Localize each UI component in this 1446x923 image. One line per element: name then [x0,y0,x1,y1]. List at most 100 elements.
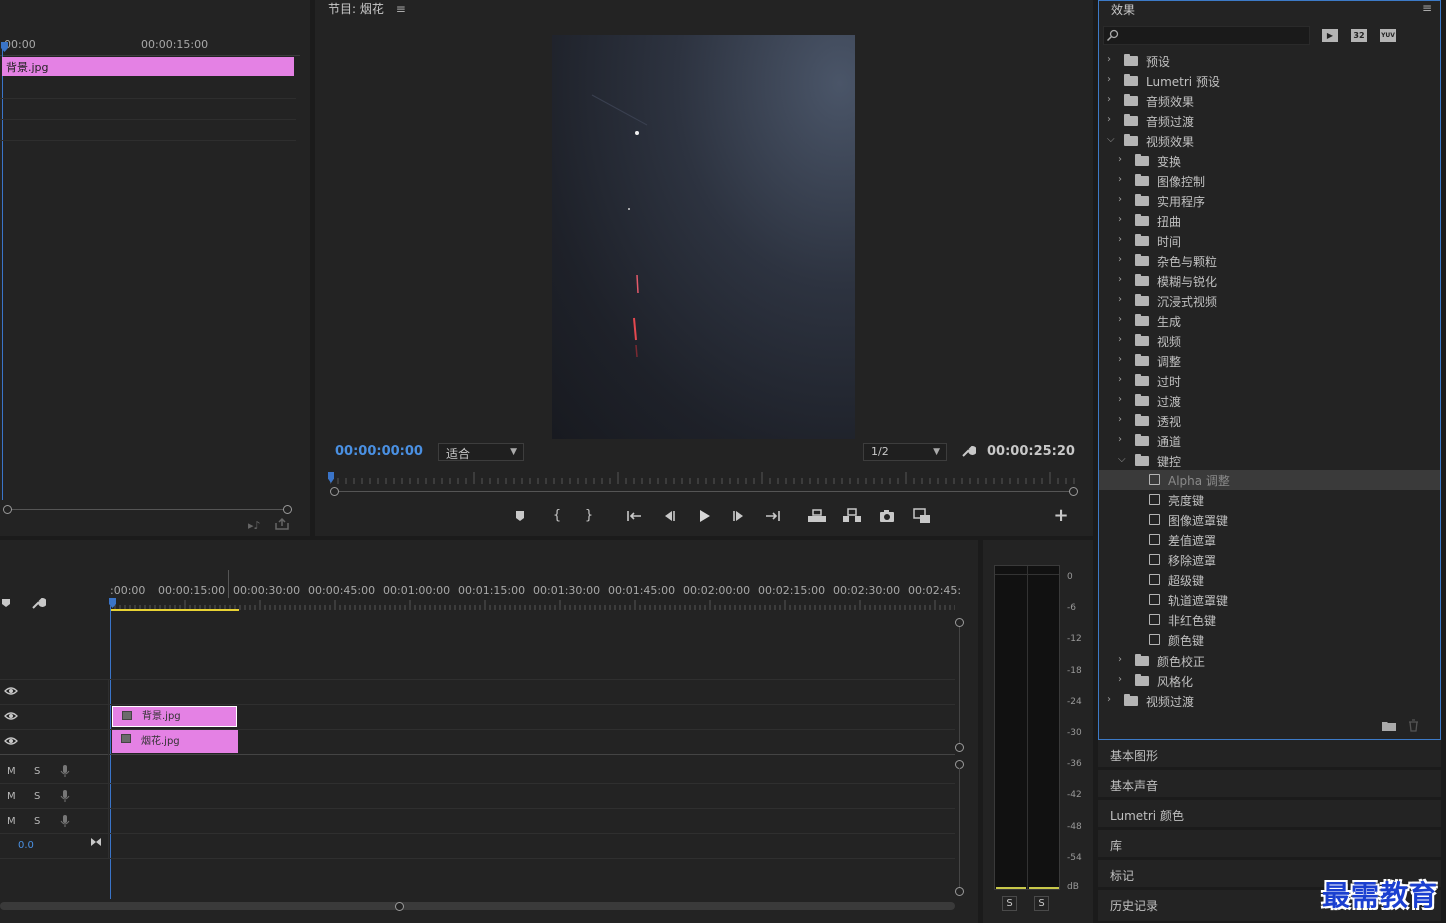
effect-folder[interactable]: › 调整 [1099,351,1440,371]
work-area-bar[interactable] [110,609,239,611]
chevron-right-icon[interactable]: › [1118,394,1122,405]
scroll-handle-left[interactable] [330,487,339,496]
effect-item[interactable]: 非红色键 [1099,610,1440,630]
eye-icon[interactable] [4,736,18,746]
effects-title[interactable]: 效果 [1111,1,1135,18]
effect-folder[interactable]: › 时间 [1099,231,1440,251]
meter-solo-left-button[interactable]: S [1002,896,1017,911]
chevron-right-icon[interactable]: › [1107,94,1111,105]
microphone-icon[interactable] [60,789,70,803]
chevron-right-icon[interactable]: › [1118,654,1122,665]
eye-icon[interactable] [4,686,18,696]
scroll-handle-left[interactable] [3,505,12,514]
solo-button[interactable]: S [34,816,40,827]
yuv-icon[interactable]: YUV [1380,29,1396,42]
effect-folder[interactable]: › 模糊与锐化 [1099,271,1440,291]
chevron-right-icon[interactable]: › [1107,74,1111,85]
effect-folder[interactable]: › 视频过渡 [1099,691,1440,711]
chevron-right-icon[interactable]: › [1118,174,1122,185]
timeline-clip-background[interactable]: 背景.jpg [112,706,237,727]
scroll-handle[interactable] [955,887,964,896]
go-to-out-icon[interactable] [764,507,782,525]
chevron-right-icon[interactable]: › [1118,294,1122,305]
add-button-icon[interactable]: + [1052,507,1070,525]
effects-search-input[interactable] [1103,26,1310,45]
source-time-ruler[interactable]: 00:00 00:00:15:00 [0,38,300,56]
chevron-right-icon[interactable]: › [1118,274,1122,285]
program-current-timecode[interactable]: 00:00:00:00 [335,444,423,459]
panel-menu-icon[interactable]: ≡ [396,2,406,16]
program-title[interactable]: 节目: 烟花 [328,2,384,16]
chevron-right-icon[interactable]: › [1107,54,1111,65]
solo-button[interactable]: S [34,791,40,802]
timeline-clip-fireworks[interactable]: 烟花.jpg [112,730,238,753]
wrench-icon[interactable] [960,443,976,459]
effect-folder[interactable]: › 生成 [1099,311,1440,331]
master-volume-value[interactable]: 0.0 [18,840,34,851]
scroll-handle[interactable] [395,902,404,911]
chevron-right-icon[interactable]: › [1118,334,1122,345]
effect-folder[interactable]: › Lumetri 预设 [1099,71,1440,91]
play-icon[interactable] [695,507,713,525]
effect-folder[interactable]: › 预设 [1099,51,1440,71]
32bit-icon[interactable]: 32 [1351,29,1367,42]
effect-item[interactable]: 亮度键 [1099,490,1440,510]
program-mini-ruler[interactable] [330,472,1075,484]
effect-item[interactable]: 移除遮罩 [1099,550,1440,570]
comparison-view-icon[interactable] [912,507,930,525]
effect-item[interactable]: 超级键 [1099,570,1440,590]
panel-menu-icon[interactable]: ≡ [1422,1,1432,15]
chevron-down-icon[interactable]: ⌵ [1118,454,1126,465]
chevron-right-icon[interactable]: › [1118,354,1122,365]
effect-folder[interactable]: › 颜色校正 [1099,651,1440,671]
effect-folder[interactable]: › 沉浸式视频 [1099,291,1440,311]
export-frame-icon[interactable] [878,507,896,525]
effect-folder[interactable]: › 实用程序 [1099,191,1440,211]
eye-icon[interactable] [4,711,18,721]
go-to-in-icon[interactable] [625,507,643,525]
effect-folder[interactable]: ⌵ 视频效果 [1099,131,1440,151]
microphone-icon[interactable] [60,764,70,778]
timeline-horizontal-scrollbar[interactable] [0,902,955,910]
chevron-right-icon[interactable]: › [1118,434,1122,445]
effect-folder[interactable]: › 音频效果 [1099,91,1440,111]
step-back-icon[interactable] [660,507,678,525]
wrench-icon[interactable] [30,595,46,611]
effect-item[interactable]: 图像遮罩键 [1099,510,1440,530]
chevron-right-icon[interactable]: › [1107,114,1111,125]
trash-icon[interactable] [1408,719,1419,732]
chevron-right-icon[interactable]: › [1118,154,1122,165]
effect-folder[interactable]: › 扭曲 [1099,211,1440,231]
extract-icon[interactable] [842,507,861,525]
microphone-icon[interactable] [60,814,70,828]
chevron-right-icon[interactable]: › [1118,214,1122,225]
chevron-right-icon[interactable]: › [1118,254,1122,265]
chevron-right-icon[interactable]: › [1107,694,1111,705]
scroll-handle-right[interactable] [283,505,292,514]
chevron-right-icon[interactable]: › [1118,234,1122,245]
add-marker-icon[interactable] [0,597,12,609]
effects-search-field[interactable] [1122,27,1307,44]
video-vertical-scrollbar[interactable] [959,625,960,745]
resolution-select[interactable]: 1/2 ▼ [863,443,947,461]
effect-folder[interactable]: › 过时 [1099,371,1440,391]
chevron-right-icon[interactable]: › [1118,414,1122,425]
effect-item[interactable]: 轨道遮罩键 [1099,590,1440,610]
source-zoom-scrollbar[interactable] [8,509,288,510]
accelerated-effects-icon[interactable]: ▶ [1322,29,1338,42]
mute-button[interactable]: M [7,816,16,827]
chevron-right-icon[interactable]: › [1118,674,1122,685]
scroll-handle-right[interactable] [1069,487,1078,496]
effect-folder[interactable]: › 透视 [1099,411,1440,431]
insert-audio-icon[interactable]: ▸♪ [248,519,261,532]
export-icon[interactable] [274,517,290,531]
panel-essential-sound[interactable]: 基本声音 [1098,770,1441,799]
panel-essential-graphics[interactable]: 基本图形 [1098,740,1441,769]
effect-folder[interactable]: › 风格化 [1099,671,1440,691]
add-marker-icon[interactable] [511,507,529,525]
lift-icon[interactable] [807,507,826,525]
mute-button[interactable]: M [7,766,16,777]
mark-out-icon[interactable]: } [580,507,598,525]
fit-select[interactable]: 适合 ▼ [438,443,524,461]
effect-folder[interactable]: › 视频 [1099,331,1440,351]
